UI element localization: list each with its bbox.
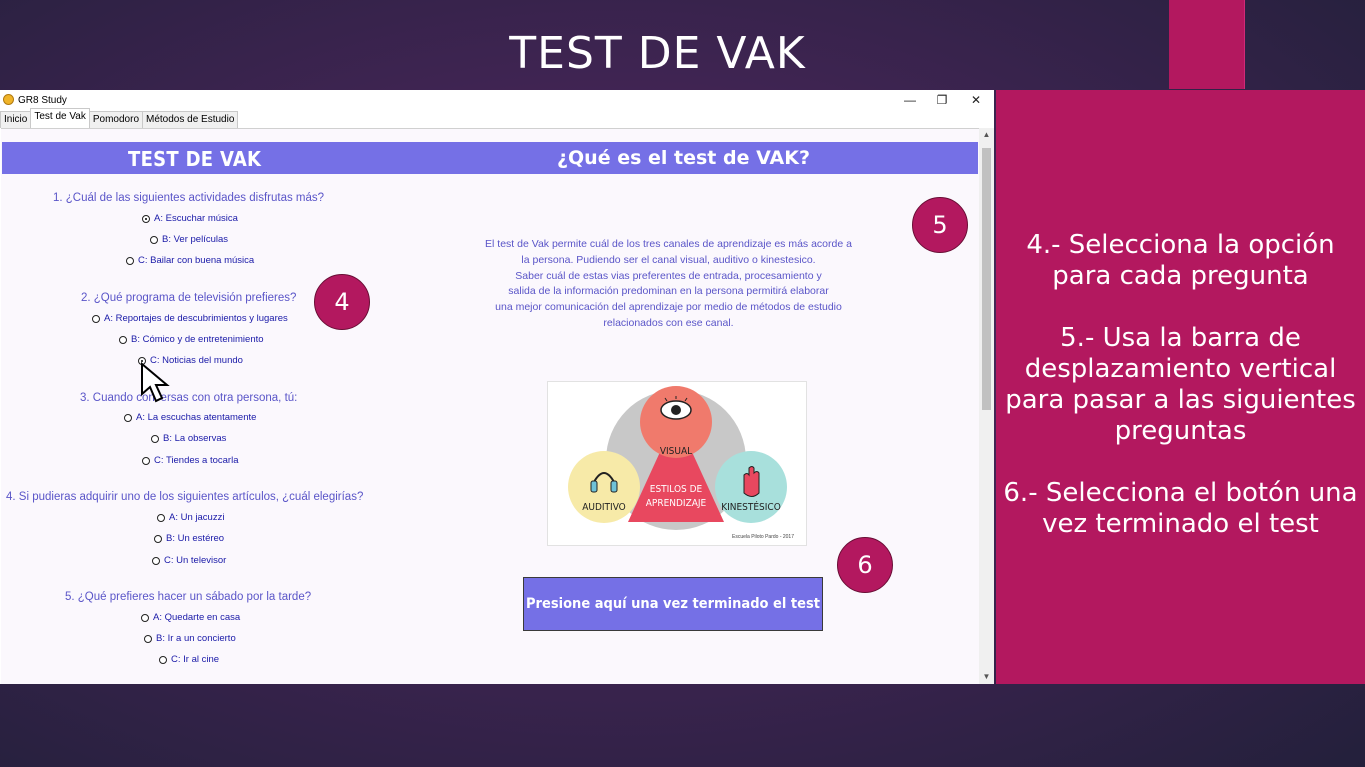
header-bar: TEST DE VAK ¿Qué es el test de VAK? — [2, 142, 978, 174]
image-credit: Escuela Piloto Pardo - 2017 — [732, 534, 794, 540]
scroll-up-icon[interactable]: ▲ — [979, 128, 994, 142]
radio-button[interactable] — [152, 556, 160, 565]
radio-button[interactable] — [142, 456, 150, 465]
scroll-thumb[interactable] — [982, 148, 991, 410]
question-4: 4. Si pudieras adquirir uno de los sigui… — [6, 491, 364, 503]
option-label: B: Ver películas — [162, 234, 229, 245]
option-label: A: La escuchas atentamente — [136, 412, 257, 423]
option-label: B: Cómico y de entretenimiento — [131, 334, 264, 345]
option-label: A: Un jacuzzi — [169, 512, 225, 523]
mouse-cursor-icon — [141, 362, 170, 403]
q4-option-b[interactable]: B: Un estéreo — [154, 533, 224, 544]
maximize-button[interactable]: ❐ — [927, 92, 957, 108]
step-badge-5: 5 — [912, 197, 968, 253]
radio-button[interactable] — [141, 613, 149, 622]
step-badge-4: 4 — [314, 274, 370, 330]
about-heading: ¿Qué es el test de VAK? — [557, 147, 810, 169]
step-badge-6: 6 — [837, 537, 893, 593]
learning-styles-image: VISUAL AUDITIVO KINESTÉSICO ESTILOS DE A… — [547, 381, 807, 546]
radio-button[interactable] — [144, 634, 152, 643]
radio-button[interactable] — [142, 214, 150, 223]
radio-button[interactable] — [126, 256, 134, 265]
radio-button[interactable] — [159, 655, 167, 664]
q4-option-c[interactable]: C: Un televisor — [152, 555, 226, 566]
question-1: 1. ¿Cuál de las siguientes actividades d… — [53, 192, 325, 204]
q5-option-c[interactable]: C: Ir al cine — [159, 654, 219, 665]
instructions-text: 4.- Selecciona la opción para cada pregu… — [1003, 230, 1358, 539]
question-3: 3. Cuando conversas con otra persona, tú… — [80, 392, 298, 404]
tab-test-de-vak[interactable]: Test de Vak — [30, 108, 90, 128]
test-heading: TEST DE VAK — [128, 147, 262, 171]
q3-option-b[interactable]: B: La observas — [151, 433, 226, 444]
option-label: C: Un televisor — [164, 555, 227, 566]
option-label: A: Escuchar música — [154, 213, 238, 224]
decorative-tab — [1169, 0, 1245, 89]
radio-button[interactable] — [154, 534, 162, 543]
tab-strip: Inicio Test de Vak Pomodoro Métodos de E… — [0, 108, 239, 128]
title-bar: GR8 Study — ❐ ✕ — [0, 90, 994, 110]
option-label: C: Bailar con buena música — [138, 255, 255, 266]
radio-button[interactable] — [157, 513, 165, 522]
radio-button[interactable] — [124, 413, 132, 422]
radio-button[interactable] — [151, 434, 159, 443]
radio-button[interactable] — [92, 314, 100, 323]
q1-option-a[interactable]: A: Escuchar música — [142, 213, 238, 224]
learning-styles-diagram: VISUAL AUDITIVO KINESTÉSICO ESTILOS DE A… — [568, 386, 794, 540]
q5-option-b[interactable]: B: Ir a un concierto — [144, 633, 236, 644]
close-button[interactable]: ✕ — [961, 92, 991, 108]
option-label: B: La observas — [163, 433, 227, 444]
instructions-panel: 4.- Selecciona la opción para cada pregu… — [996, 90, 1365, 684]
q2-option-b[interactable]: B: Cómico y de entretenimiento — [119, 334, 264, 345]
tab-inicio[interactable]: Inicio — [0, 111, 32, 128]
option-label: A: Quedarte en casa — [153, 612, 241, 623]
q1-option-b[interactable]: B: Ver películas — [150, 234, 228, 245]
vertical-scrollbar[interactable]: ▲ ▼ — [979, 128, 994, 684]
visual-label: VISUAL — [660, 446, 692, 457]
center-label-line2: APRENDIZAJE — [646, 498, 707, 509]
q3-option-c[interactable]: C: Tiendes a tocarla — [142, 455, 239, 466]
slide-title: TEST DE VAK — [509, 28, 806, 79]
question-2: 2. ¿Qué programa de televisión prefieres… — [81, 292, 297, 304]
q4-option-a[interactable]: A: Un jacuzzi — [157, 512, 224, 523]
q5-option-a[interactable]: A: Quedarte en casa — [141, 612, 240, 623]
center-label-line1: ESTILOS DE — [650, 484, 703, 495]
app-icon — [3, 94, 14, 105]
option-label: A: Reportajes de descubrimientos y lugar… — [104, 313, 288, 324]
auditivo-label: AUDITIVO — [582, 502, 626, 513]
question-5: 5. ¿Qué prefieres hacer un sábado por la… — [65, 591, 312, 603]
q2-option-a[interactable]: A: Reportajes de descubrimientos y lugar… — [92, 313, 288, 324]
window-title: GR8 Study — [18, 95, 67, 106]
scroll-down-icon[interactable]: ▼ — [979, 670, 994, 684]
kinestesico-label: KINESTÉSICO — [721, 500, 781, 513]
tab-metodos-de-estudio[interactable]: Métodos de Estudio — [142, 111, 239, 128]
option-label: B: Ir a un concierto — [156, 633, 236, 644]
test-content: TEST DE VAK ¿Qué es el test de VAK? 1. ¿… — [1, 128, 979, 684]
finish-test-button[interactable]: Presione aquí una vez terminado el test — [523, 577, 823, 631]
minimize-button[interactable]: — — [895, 92, 925, 108]
option-label: C: Ir al cine — [171, 654, 220, 665]
radio-button[interactable] — [150, 235, 158, 244]
q3-option-a[interactable]: A: La escuchas atentamente — [124, 412, 256, 423]
radio-button[interactable] — [119, 335, 127, 344]
option-label: C: Tiendes a tocarla — [154, 455, 239, 466]
q1-option-c[interactable]: C: Bailar con buena música — [126, 255, 254, 266]
vak-description: El test de Vak permite cuál de los tres … — [485, 238, 852, 329]
option-label: B: Un estéreo — [166, 533, 225, 544]
tab-pomodoro[interactable]: Pomodoro — [88, 111, 144, 128]
